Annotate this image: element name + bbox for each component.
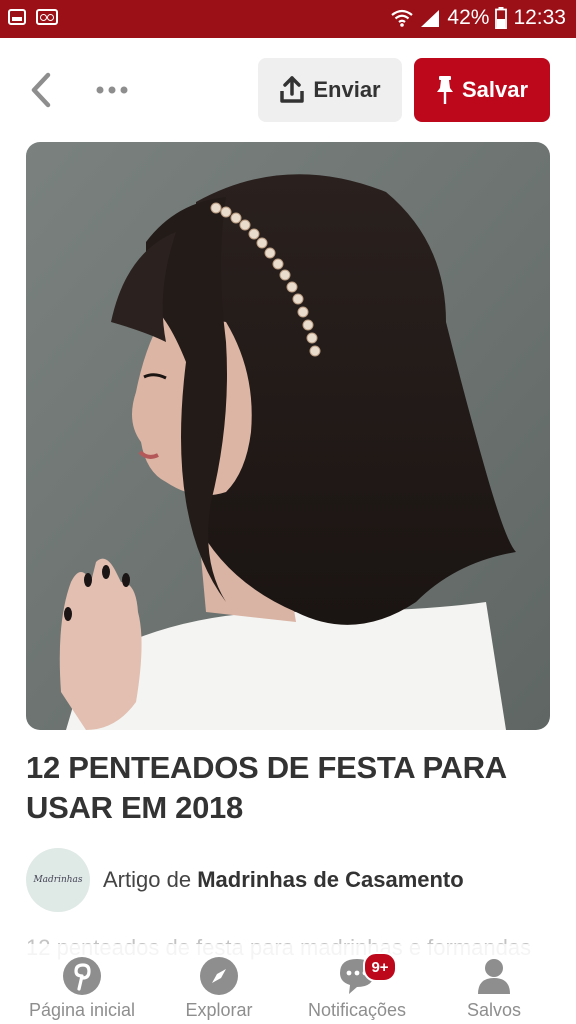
person-icon: [478, 959, 510, 994]
nav-saved-label: Salvos: [466, 1000, 522, 1020]
save-button[interactable]: Salvar: [414, 58, 550, 122]
nav-explore-label: Explorar: [185, 1000, 253, 1020]
pin-image[interactable]: [26, 142, 550, 730]
pin-title: 12 PENTEADOS DE FESTA PARA USAR EM 2018: [26, 750, 506, 825]
more-horizontal-icon[interactable]: [94, 82, 134, 98]
chevron-left-icon[interactable]: [28, 70, 56, 110]
gallery-icon: [8, 9, 26, 25]
bottom-navigation: Página inicial Explorar 9+ Notificações …: [0, 944, 576, 1024]
author-name-link[interactable]: Madrinhas de Casamento: [197, 867, 464, 892]
nav-notifications-label: Notificações: [307, 1000, 407, 1020]
voicemail-icon: [36, 9, 58, 25]
wifi-icon: [391, 9, 414, 27]
clock: 12:33: [513, 6, 566, 29]
battery-percent: 42%: [447, 6, 490, 29]
save-label: Salvar: [461, 77, 529, 102]
nav-notifications[interactable]: 9+ Notificações: [282, 950, 432, 1024]
pin-icon: [436, 76, 453, 104]
author-attribution: Artigo de Madrinhas de Casamento: [103, 867, 464, 893]
pinterest-icon: [63, 957, 101, 995]
battery-icon: [495, 7, 508, 29]
pin-toolbar: Enviar Salvar: [0, 38, 576, 142]
signal-icon: [421, 10, 440, 27]
compass-icon: [200, 957, 238, 995]
avatar[interactable]: Madrinhas: [26, 848, 90, 912]
nav-saved[interactable]: Salvos: [419, 950, 569, 1024]
author-prefix: Artigo de: [103, 867, 192, 892]
nav-home-label: Página inicial: [28, 1000, 136, 1020]
send-label: Enviar: [313, 77, 381, 102]
send-button[interactable]: Enviar: [258, 58, 402, 122]
share-upload-icon: [280, 76, 305, 103]
status-bar: 42% 12:33: [0, 0, 576, 38]
notification-badge: 9+: [363, 952, 397, 982]
nav-explore[interactable]: Explorar: [144, 950, 294, 1024]
nav-home[interactable]: Página inicial: [7, 950, 157, 1024]
author-row[interactable]: Madrinhas Artigo de Madrinhas de Casamen…: [26, 848, 556, 912]
